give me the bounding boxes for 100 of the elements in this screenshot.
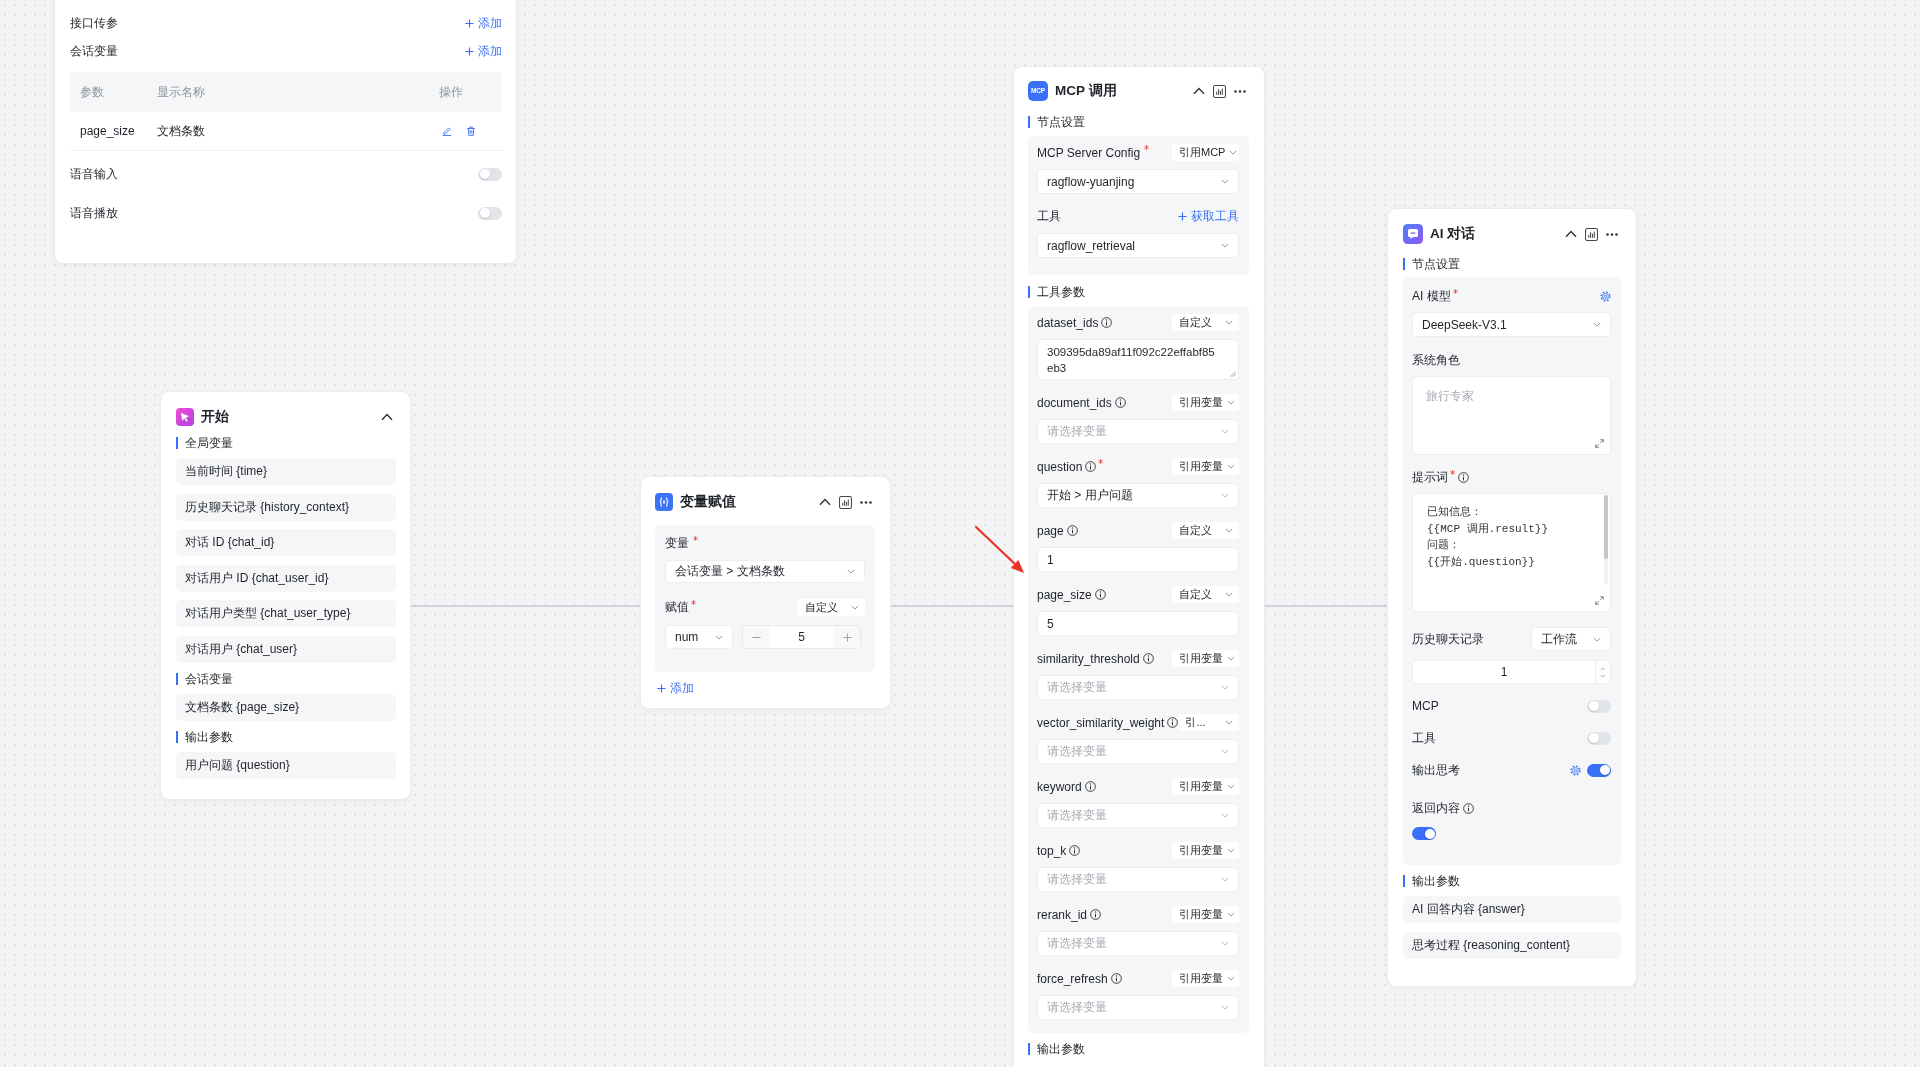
field-label: 赋值 [665, 599, 689, 616]
section-title: 工具参数 [1028, 286, 1085, 298]
plus-icon [657, 683, 666, 693]
chevron-down-icon [1593, 322, 1601, 327]
delete-icon[interactable] [466, 126, 476, 136]
toggle-switch[interactable] [1412, 827, 1436, 840]
more-icon[interactable] [1606, 232, 1618, 236]
param-label: page [1037, 523, 1064, 538]
section-title: 输出参数 [1028, 1043, 1085, 1055]
chevron-down-icon [1225, 528, 1233, 533]
chevron-down-icon [1225, 720, 1233, 725]
info-icon[interactable] [1110, 973, 1122, 984]
add-link[interactable]: 添加 [465, 42, 502, 60]
column-header: 操作 [438, 84, 464, 100]
mode-select[interactable]: 引用变量 [1172, 394, 1239, 411]
column-header: 显示名称 [156, 84, 206, 100]
mode-select[interactable]: 自定义 [1172, 586, 1239, 603]
section-title: 节点设置 [1028, 116, 1085, 128]
info-icon[interactable] [1167, 717, 1179, 728]
node-title: AI 对话 [1430, 225, 1476, 243]
chevron-up-icon[interactable] [381, 413, 393, 421]
toggle-switch[interactable] [478, 167, 502, 181]
select-field[interactable]: ragflow-yuanjing [1037, 169, 1239, 194]
toggle-switch[interactable] [1587, 731, 1611, 745]
chevron-down-icon [1221, 243, 1229, 248]
scrollbar-thumb[interactable] [1604, 495, 1608, 559]
toggle-label: 输出思考 [1412, 761, 1460, 779]
chevron-up-icon[interactable] [819, 498, 831, 506]
section-title: 全局变量 [176, 437, 233, 449]
chevron-down-icon [1221, 493, 1229, 498]
select-field[interactable]: ragflow_retrieval [1037, 233, 1239, 258]
chart-icon[interactable] [839, 495, 852, 509]
chevron-down-icon [1221, 685, 1229, 690]
mode-select[interactable]: 工作流 [1531, 627, 1611, 651]
mode-select[interactable]: 自定义 [1172, 314, 1239, 331]
mode-select[interactable]: 自定义 [798, 599, 865, 616]
info-icon[interactable] [1069, 845, 1081, 856]
param-label: rerank_id [1037, 907, 1088, 922]
plus-icon [842, 632, 852, 642]
chevron-down-icon [1221, 877, 1229, 882]
mode-select[interactable]: 引用变量 [1172, 842, 1239, 859]
settings-icon[interactable] [1600, 290, 1611, 302]
select-field[interactable]: 开始 > 用户问题 [1037, 483, 1239, 508]
select-field[interactable]: DeepSeek-V3.1 [1412, 312, 1611, 337]
prompt-editor[interactable]: 已知信息： {{MCP 调用.result}} 问题： {{开始.question}} [1412, 493, 1611, 612]
info-icon[interactable] [1066, 525, 1078, 536]
type-select[interactable]: num [665, 625, 733, 649]
mode-select[interactable]: 自定义 [1172, 522, 1239, 539]
expand-icon[interactable] [1595, 439, 1604, 448]
more-icon[interactable] [860, 500, 872, 504]
toggle-switch[interactable] [1587, 763, 1611, 777]
edit-icon[interactable] [442, 126, 452, 136]
variable-item: 文档条数 {page_size} [176, 693, 396, 721]
toggle-label: 语音播放 [70, 204, 118, 222]
chevron-up-icon[interactable] [1193, 87, 1205, 95]
more-icon[interactable] [1234, 89, 1246, 93]
info-icon[interactable] [1085, 461, 1097, 472]
toggle-switch[interactable] [478, 206, 502, 220]
chart-icon[interactable] [1585, 227, 1598, 241]
chart-icon[interactable] [1213, 84, 1226, 98]
info-icon[interactable] [1101, 317, 1113, 328]
section-title: 输出参数 [1403, 875, 1460, 887]
toggle-switch[interactable] [1587, 699, 1611, 713]
chevron-down-icon [1221, 749, 1229, 754]
param-label: vector_similarity_weight [1037, 715, 1165, 730]
expand-icon[interactable] [1595, 596, 1604, 605]
fetch-tools-link[interactable]: 获取工具 [1178, 208, 1239, 225]
info-icon[interactable] [1090, 909, 1102, 920]
mode-select[interactable]: 引用变量 [1172, 458, 1239, 475]
mode-select[interactable]: 引用MCP [1172, 144, 1239, 161]
info-icon[interactable] [1084, 781, 1096, 792]
add-link[interactable]: 添加 [657, 679, 694, 697]
info-icon[interactable] [1094, 589, 1106, 600]
resize-handle-icon[interactable] [1230, 371, 1236, 377]
select-field[interactable]: 会话变量 > 文档条数 [665, 560, 865, 583]
chevron-down-icon [715, 634, 723, 640]
variable-item: 历史聊天记录 {history_context} [176, 493, 396, 521]
input-field[interactable]: 1 [1037, 547, 1239, 572]
input-field[interactable]: 5 [1037, 611, 1239, 636]
info-icon[interactable] [1114, 397, 1126, 408]
chevron-down-icon [1227, 912, 1235, 917]
text-area[interactable]: 309395da89af11f092c22effabf85eb3 [1037, 339, 1239, 380]
info-icon[interactable] [1458, 471, 1469, 483]
chevron-up-icon[interactable] [1565, 230, 1577, 238]
param-label: dataset_ids [1037, 315, 1099, 330]
info-icon[interactable] [1142, 653, 1154, 664]
mode-select[interactable]: 引用变量 [1172, 778, 1239, 795]
chat-bubble-icon [1403, 224, 1423, 244]
field-label: MCP Server Config [1037, 145, 1141, 160]
mode-select[interactable]: 引用变量 [1172, 650, 1239, 667]
info-icon[interactable] [1463, 802, 1474, 814]
field-label: 历史聊天记录 [1412, 630, 1484, 648]
mode-select[interactable]: 引... [1178, 714, 1239, 731]
add-link[interactable]: 添加 [465, 14, 502, 32]
chevron-down-icon [1227, 976, 1235, 981]
mode-select[interactable]: 引用变量 [1172, 970, 1239, 987]
mode-select[interactable]: 引用变量 [1172, 906, 1239, 923]
settings-icon[interactable] [1570, 764, 1581, 776]
chevron-down-icon [847, 569, 855, 574]
annotation-arrow [974, 525, 1024, 573]
